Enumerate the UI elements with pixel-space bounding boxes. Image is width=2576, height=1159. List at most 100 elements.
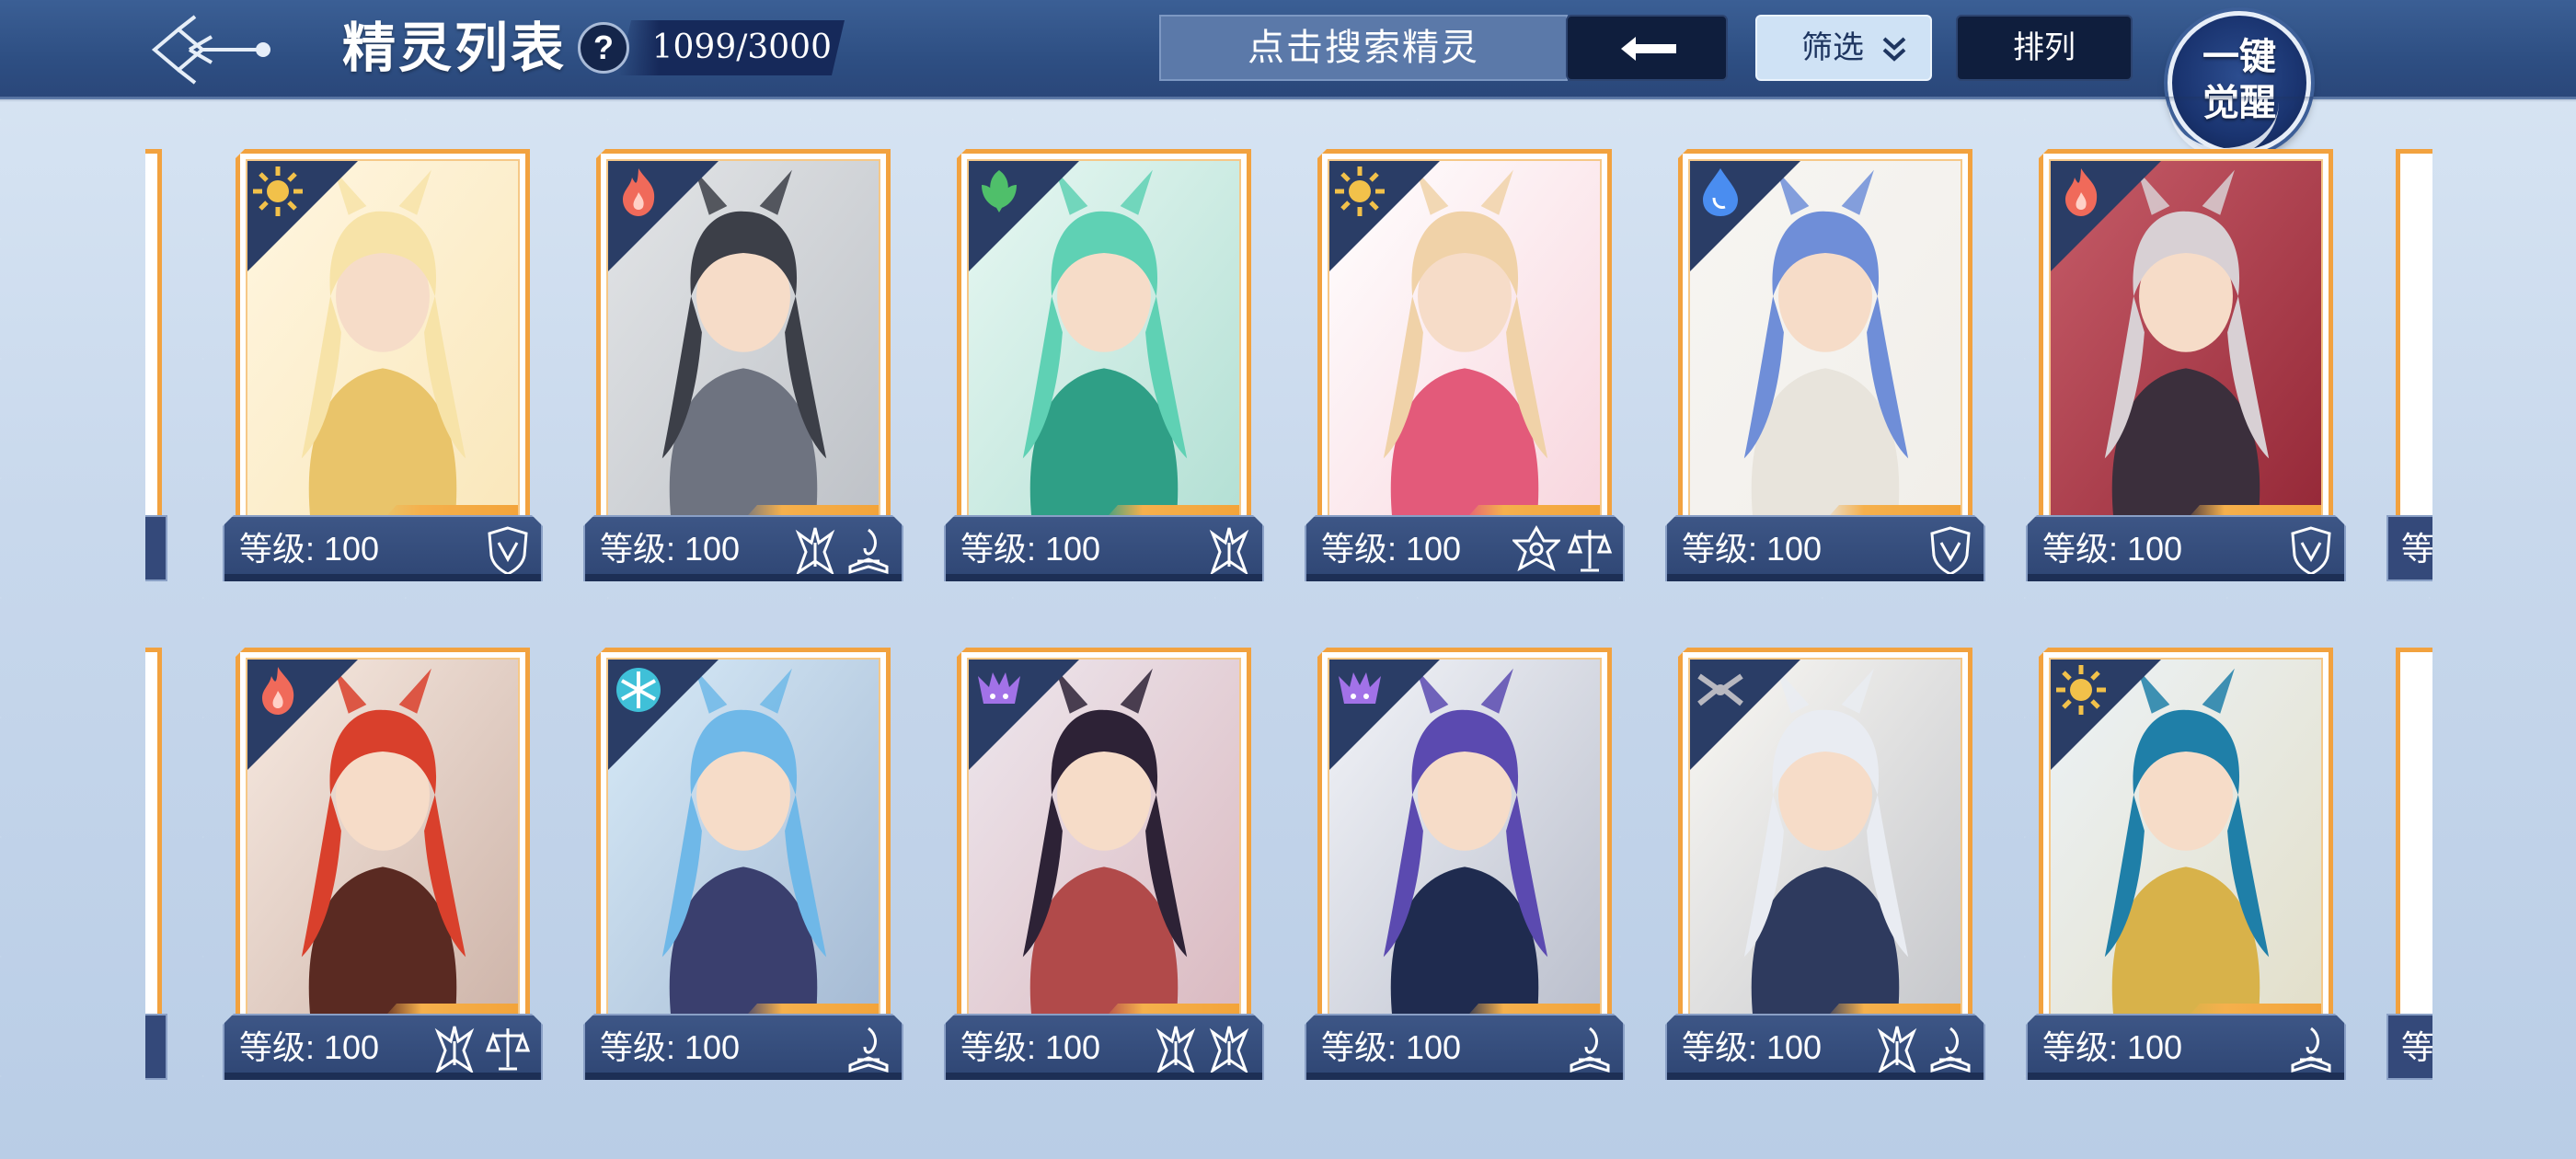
badge-group — [1512, 524, 1614, 576]
badge-group — [431, 1023, 532, 1074]
element-fire-icon — [612, 165, 665, 218]
scale-icon — [1566, 524, 1614, 576]
sprite-card[interactable]: 等级: 100 — [583, 149, 903, 602]
one-click-awaken-button[interactable]: 一键 觉醒 — [2168, 11, 2311, 157]
card-art-area — [606, 658, 880, 1024]
level-text: 等级: 100 — [1321, 530, 1462, 568]
element-light-icon — [251, 165, 305, 218]
level-text: 等级: 100 — [600, 530, 741, 568]
sprite-count: 1099/3000 — [651, 29, 832, 66]
level-text: 等级: 100 — [2042, 530, 2183, 568]
mask-icon — [791, 524, 839, 576]
badge-group — [1926, 524, 1974, 576]
arrow-left-icon — [1621, 37, 1676, 61]
level-bar: 等级: 100 — [223, 1014, 543, 1080]
card-art-area — [246, 658, 520, 1024]
search-back-button[interactable] — [1566, 15, 1728, 81]
awaken-label-line1: 一键 — [2202, 35, 2276, 78]
partial-level-text: 等 — [2401, 530, 2432, 568]
sprite-card[interactable]: 等级: 100 — [944, 648, 1264, 1100]
card-art-area — [1328, 658, 1602, 1024]
card-art-area — [2049, 658, 2323, 1024]
level-bar: 等级: 100 — [944, 1014, 1264, 1080]
awaken-label: 一键 觉醒 — [2172, 34, 2306, 126]
card-frame — [596, 149, 891, 535]
partial-card-left[interactable] — [145, 648, 167, 1100]
sprite-card[interactable]: 等级: 100 — [583, 648, 903, 1100]
book-icon — [1566, 1023, 1614, 1074]
card-frame — [1317, 648, 1612, 1034]
level-bar: 等级: 100 — [944, 515, 1264, 581]
book-icon — [2287, 1023, 2335, 1074]
element-ice-icon — [612, 663, 665, 717]
sprite-card[interactable]: 等级: 100 — [1305, 648, 1625, 1100]
back-logo-icon[interactable] — [147, 13, 276, 86]
card-frame — [236, 648, 530, 1034]
book-icon — [845, 524, 892, 576]
top-bar: 精灵列表 ? 1099/3000 点击搜索精灵 筛选 排列 一键 觉醒 — [0, 0, 2576, 157]
element-dark-icon — [972, 663, 1026, 717]
mask-icon — [431, 1023, 478, 1074]
partial-level-text: 等 — [2401, 1028, 2432, 1066]
element-fire-icon — [251, 663, 305, 717]
level-text: 等级: 100 — [1682, 530, 1823, 568]
level-bar: 等级: 100 — [1305, 515, 1625, 581]
partial-card-right[interactable]: 等 — [2386, 149, 2432, 602]
element-dual-icon — [1694, 663, 1747, 717]
sprite-grid[interactable]: 等 等 等级: 100 等级: 100 等级: 100 等级: 100 等级: 100 等… — [145, 149, 2432, 1102]
book-icon — [845, 1023, 892, 1074]
sprite-card[interactable]: 等级: 100 — [1665, 648, 1985, 1100]
mask-icon — [1205, 1023, 1253, 1074]
level-text: 等级: 100 — [239, 1028, 380, 1066]
element-water-icon — [1694, 165, 1747, 218]
card-art-area — [1688, 658, 1962, 1024]
card-frame — [236, 149, 530, 535]
shield-icon — [484, 524, 532, 576]
sprite-card[interactable]: 等级: 100 — [2026, 149, 2346, 602]
sprite-card[interactable]: 等级: 100 — [2026, 648, 2346, 1100]
awaken-label-line2: 觉醒 — [2202, 81, 2276, 124]
partial-card-left[interactable] — [145, 149, 167, 602]
shield-icon — [2287, 524, 2335, 576]
card-frame — [596, 648, 891, 1034]
card-frame — [1678, 648, 1972, 1034]
level-text: 等级: 100 — [239, 530, 380, 568]
partial-card-right[interactable]: 等 — [2386, 648, 2432, 1100]
card-art-area — [1328, 159, 1602, 525]
sort-button[interactable]: 排列 — [1956, 15, 2133, 81]
element-fire-icon — [2054, 165, 2108, 218]
sprite-card[interactable]: 等级: 100 — [944, 149, 1264, 602]
badge-group — [1873, 1023, 1974, 1074]
mask-icon — [1205, 524, 1253, 576]
sprite-card[interactable]: 等级: 100 — [223, 648, 543, 1100]
element-grass-icon — [972, 165, 1026, 218]
sprite-card[interactable]: 等级: 100 — [223, 149, 543, 602]
level-bar: 等级: 100 — [1665, 515, 1985, 581]
card-frame — [2039, 149, 2333, 535]
card-frame — [1678, 149, 1972, 535]
card-frame — [957, 648, 1251, 1034]
help-button[interactable]: ? — [578, 22, 629, 74]
chevron-double-down-icon — [1882, 37, 1906, 62]
badge-group — [2287, 524, 2335, 576]
sprite-card[interactable]: 等级: 100 — [1665, 149, 1985, 602]
level-text: 等级: 100 — [2042, 1028, 2183, 1066]
badge-group — [845, 1023, 892, 1074]
level-bar: 等级: 100 — [223, 515, 543, 581]
level-text: 等级: 100 — [960, 530, 1101, 568]
card-frame — [957, 149, 1251, 535]
level-bar: 等级: 100 — [1665, 1014, 1985, 1080]
sprite-card[interactable]: 等级: 100 — [1305, 149, 1625, 602]
badge-group — [484, 524, 532, 576]
card-art-area — [967, 159, 1241, 525]
level-bar: 等级: 100 — [2026, 1014, 2346, 1080]
level-text: 等级: 100 — [1682, 1028, 1823, 1066]
card-frame — [1317, 149, 1612, 535]
level-bar: 等级: 100 — [583, 1014, 903, 1080]
scale-icon — [484, 1023, 532, 1074]
shield-icon — [1926, 524, 1974, 576]
filter-button[interactable]: 筛选 — [1755, 15, 1932, 81]
level-bar: 等级: 100 — [583, 515, 903, 581]
mask-icon — [1152, 1023, 1200, 1074]
search-input[interactable]: 点击搜索精灵 — [1159, 15, 1568, 81]
